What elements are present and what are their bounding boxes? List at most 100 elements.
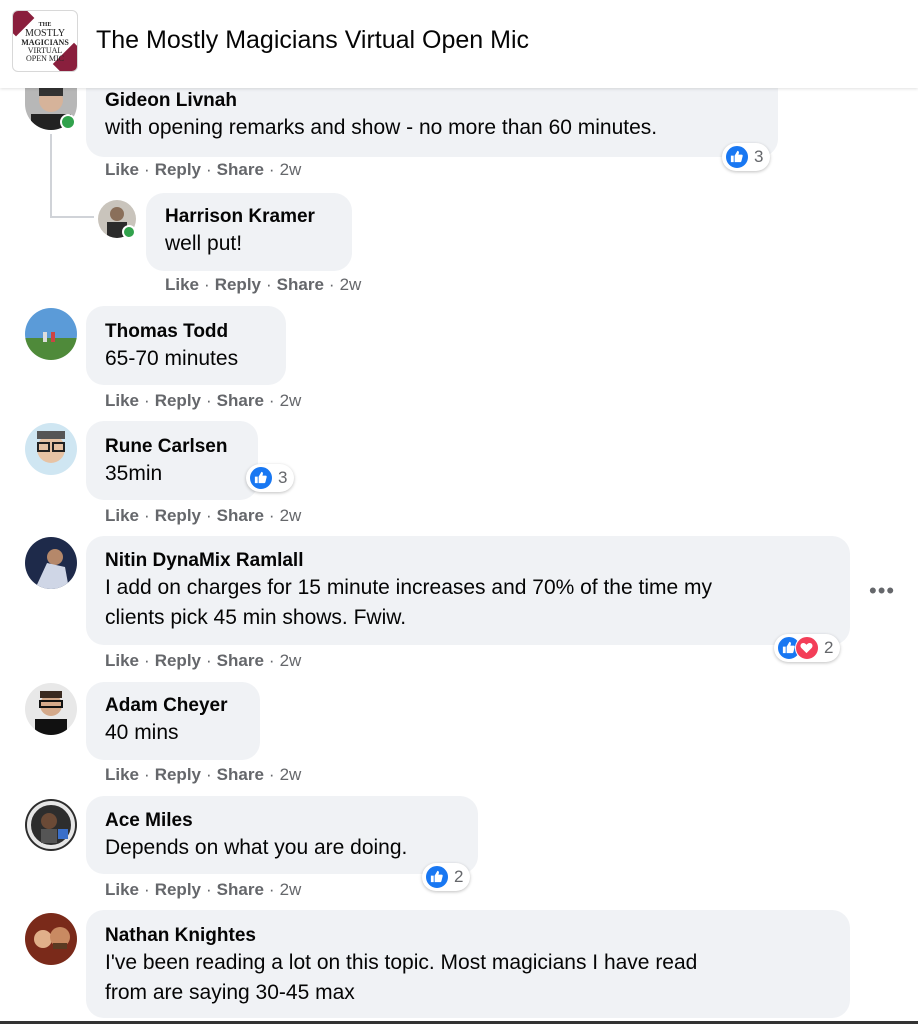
comment-author[interactable]: Gideon Livnah xyxy=(105,90,237,112)
comment-author[interactable]: Ace Miles xyxy=(105,810,193,832)
comment-actions: Like · Reply · Share · 2w xyxy=(105,765,301,785)
group-header: THE MOSTLY MAGICIANS VIRTUAL OPEN MIC Th… xyxy=(0,0,918,88)
reaction-summary[interactable]: 3 xyxy=(246,464,295,492)
comment-author[interactable]: Nitin DynaMix Ramlall xyxy=(105,550,304,572)
comment-author[interactable]: Nathan Knightes xyxy=(105,925,256,947)
separator: · xyxy=(144,391,150,410)
like-button[interactable]: Like xyxy=(105,651,139,670)
share-button[interactable]: Share xyxy=(217,880,264,899)
separator: · xyxy=(144,506,150,525)
logo-text: THE MOSTLY MAGICIANS VIRTUAL OPEN MIC xyxy=(21,22,69,63)
comment-timestamp[interactable]: 2w xyxy=(280,880,302,899)
thumbs-up-icon xyxy=(725,145,749,169)
comment-timestamp[interactable]: 2w xyxy=(340,275,362,294)
comment-timestamp[interactable]: 2w xyxy=(280,506,302,525)
comment-author[interactable]: Thomas Todd xyxy=(105,321,228,343)
separator: · xyxy=(268,391,275,410)
comment-text: I've been reading a lot on this topic. M… xyxy=(105,951,698,974)
reaction-summary[interactable]: 3 xyxy=(722,143,771,171)
separator: · xyxy=(266,275,272,294)
share-button[interactable]: Share xyxy=(217,506,264,525)
comment-text: clients pick 45 min shows. Fwiw. xyxy=(105,606,407,629)
avatar[interactable] xyxy=(25,683,77,735)
comment-actions: Like · Reply · Share · 2w xyxy=(105,391,301,411)
comment-text: 65-70 minutes xyxy=(105,347,239,370)
separator: · xyxy=(144,160,150,179)
group-logo[interactable]: THE MOSTLY MAGICIANS VIRTUAL OPEN MIC xyxy=(12,10,78,72)
comment-timestamp[interactable]: 2w xyxy=(280,160,302,179)
avatar[interactable] xyxy=(25,308,77,360)
reply-button[interactable]: Reply xyxy=(155,160,201,179)
share-button[interactable]: Share xyxy=(217,391,264,410)
separator: · xyxy=(206,160,212,179)
online-status-dot xyxy=(122,225,136,239)
comment-text: Depends on what you are doing. xyxy=(105,836,408,859)
like-button[interactable]: Like xyxy=(105,391,139,410)
comment-actions: Like · Reply · Share · 2w xyxy=(105,506,301,526)
thumbs-up-icon xyxy=(425,865,449,889)
online-status-dot xyxy=(60,114,76,130)
share-button[interactable]: Share xyxy=(217,765,264,784)
comment-timestamp[interactable]: 2w xyxy=(280,391,302,410)
group-title[interactable]: The Mostly Magicians Virtual Open Mic xyxy=(96,26,529,55)
comment-text: well put! xyxy=(165,232,243,255)
reaction-count: 2 xyxy=(454,867,464,886)
reply-button[interactable]: Reply xyxy=(155,880,201,899)
separator: · xyxy=(144,880,150,899)
separator: · xyxy=(206,880,212,899)
comment-actions: Like · Reply · Share · 2w xyxy=(105,880,301,900)
heart-icon xyxy=(795,636,819,660)
thread-line xyxy=(50,216,94,218)
separator: · xyxy=(268,880,275,899)
like-button[interactable]: Like xyxy=(105,880,139,899)
avatar[interactable] xyxy=(25,913,77,965)
comment-actions: Like · Reply · Share · 2w xyxy=(165,275,361,295)
like-button[interactable]: Like xyxy=(165,275,199,294)
share-button[interactable]: Share xyxy=(217,651,264,670)
separator: · xyxy=(144,765,150,784)
reaction-summary[interactable]: 2 xyxy=(422,863,471,891)
like-button[interactable]: Like xyxy=(105,506,139,525)
comment-author[interactable]: Rune Carlsen xyxy=(105,436,227,458)
separator: · xyxy=(204,275,210,294)
separator: · xyxy=(328,275,335,294)
reaction-summary[interactable]: 2 xyxy=(774,634,841,662)
share-button[interactable]: Share xyxy=(277,275,324,294)
comment-text: from are saying 30-45 max xyxy=(105,981,355,1004)
reply-button[interactable]: Reply xyxy=(155,651,201,670)
separator: · xyxy=(268,506,275,525)
more-options-icon[interactable]: ••• xyxy=(869,578,895,604)
avatar[interactable] xyxy=(25,537,77,589)
separator: · xyxy=(268,765,275,784)
reply-button[interactable]: Reply xyxy=(155,391,201,410)
comment-author[interactable]: Adam Cheyer xyxy=(105,695,228,717)
share-button[interactable]: Share xyxy=(217,160,264,179)
separator: · xyxy=(206,651,212,670)
comment-text: 35min xyxy=(105,462,163,485)
comment-author[interactable]: Harrison Kramer xyxy=(165,206,315,228)
comment-text: 40 mins xyxy=(105,721,179,744)
thread-line xyxy=(50,134,52,218)
reaction-count: 3 xyxy=(278,468,288,487)
like-button[interactable]: Like xyxy=(105,765,139,784)
comment-timestamp[interactable]: 2w xyxy=(280,651,302,670)
reaction-count: 2 xyxy=(824,638,834,657)
separator: · xyxy=(206,391,212,410)
separator: · xyxy=(268,651,275,670)
reply-button[interactable]: Reply xyxy=(215,275,261,294)
comment-timestamp[interactable]: 2w xyxy=(280,765,302,784)
like-button[interactable]: Like xyxy=(105,160,139,179)
reply-button[interactable]: Reply xyxy=(155,506,201,525)
avatar[interactable] xyxy=(25,799,77,851)
reply-button[interactable]: Reply xyxy=(155,765,201,784)
thumbs-up-icon xyxy=(249,466,273,490)
separator: · xyxy=(144,651,150,670)
comment-text: with opening remarks and show - no more … xyxy=(105,116,658,139)
comment-actions: Like · Reply · Share · 2w xyxy=(105,651,301,671)
separator: · xyxy=(268,160,275,179)
separator: · xyxy=(206,765,212,784)
reaction-count: 3 xyxy=(754,147,764,166)
comment-actions: Like · Reply · Share · 2w xyxy=(105,160,301,180)
separator: · xyxy=(206,506,212,525)
avatar[interactable] xyxy=(25,423,77,475)
